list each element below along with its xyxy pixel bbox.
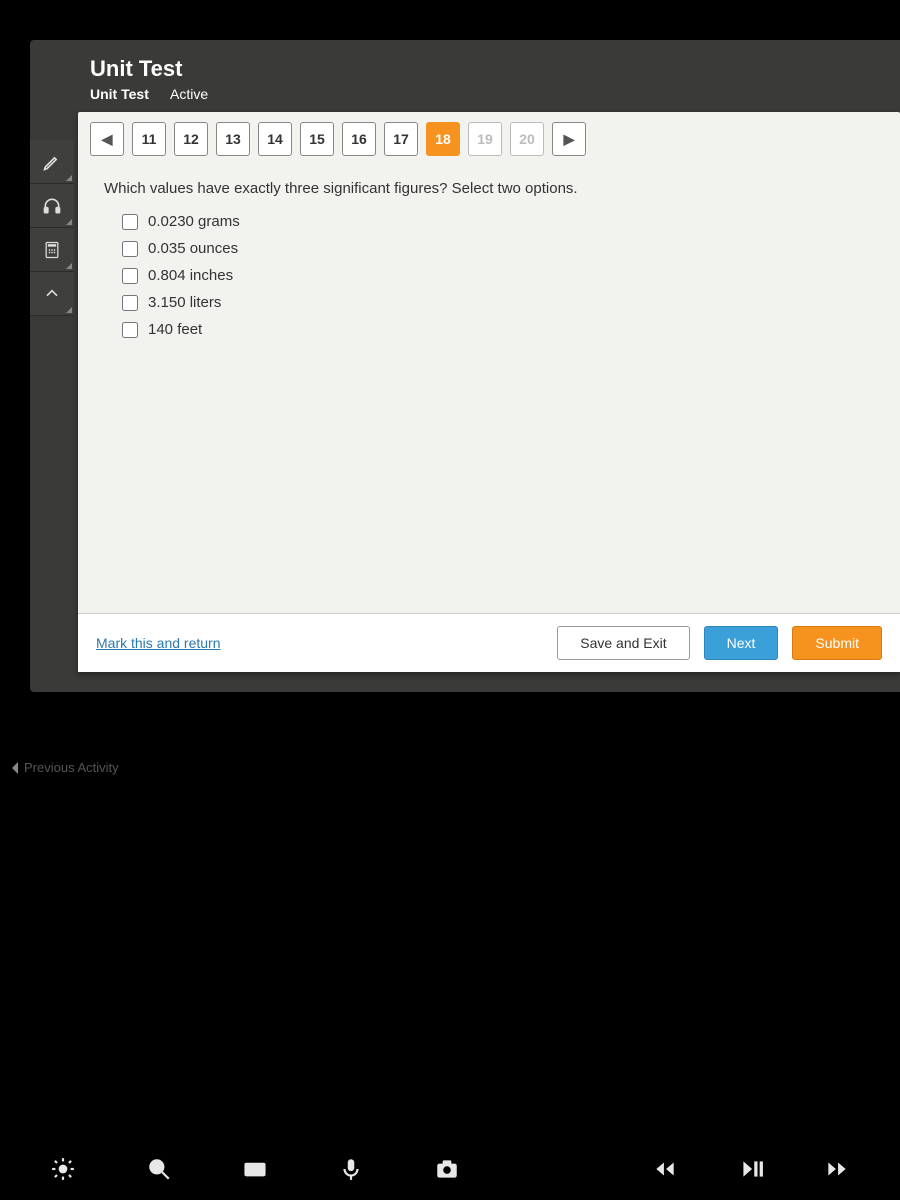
page-title: Unit Test	[90, 56, 880, 82]
keyboard-icon[interactable]	[242, 1156, 268, 1182]
option-checkbox-0[interactable]	[122, 214, 138, 230]
pencil-icon[interactable]	[30, 140, 74, 184]
option-label: 140 feet	[148, 321, 202, 338]
rewind-icon[interactable]	[652, 1156, 678, 1182]
brightness-icon[interactable]	[50, 1156, 76, 1182]
question-number-list: 11121314151617181920	[132, 122, 544, 156]
tool-sidebar	[30, 140, 74, 316]
collapse-icon[interactable]	[30, 272, 74, 316]
option-label: 0.0230 grams	[148, 213, 240, 230]
question-num-17[interactable]: 17	[384, 122, 418, 156]
question-panel: ◀ 11121314151617181920 ▶ Which values ha…	[78, 112, 900, 672]
option-label: 3.150 liters	[148, 294, 221, 311]
question-num-20[interactable]: 20	[510, 122, 544, 156]
question-num-16[interactable]: 16	[342, 122, 376, 156]
option-row: 0.0230 grams	[122, 213, 874, 230]
question-num-18[interactable]: 18	[426, 122, 460, 156]
option-label: 0.804 inches	[148, 267, 233, 284]
option-row: 140 feet	[122, 321, 874, 338]
app-window: Unit Test Unit Test Active ◀ 11121314151…	[30, 40, 900, 692]
nav-next-button[interactable]: ▶	[552, 122, 586, 156]
question-num-15[interactable]: 15	[300, 122, 334, 156]
nav-prev-button[interactable]: ◀	[90, 122, 124, 156]
question-num-12[interactable]: 12	[174, 122, 208, 156]
calculator-icon[interactable]	[30, 228, 74, 272]
media-bar	[0, 1156, 900, 1182]
option-row: 0.804 inches	[122, 267, 874, 284]
page-subtitle: Unit Test Active	[90, 86, 880, 102]
option-checkbox-3[interactable]	[122, 295, 138, 311]
question-prompt: Which values have exactly three signific…	[104, 180, 874, 197]
question-num-13[interactable]: 13	[216, 122, 250, 156]
question-body: Which values have exactly three signific…	[78, 166, 900, 613]
header: Unit Test Unit Test Active	[30, 40, 900, 112]
forward-icon[interactable]	[824, 1156, 850, 1182]
option-list: 0.0230 grams 0.035 ounces 0.804 inches 3.15…	[104, 213, 874, 338]
headphones-icon[interactable]	[30, 184, 74, 228]
question-num-11[interactable]: 11	[132, 122, 166, 156]
previous-activity-link[interactable]: Previous Activity	[6, 760, 119, 775]
next-button[interactable]: Next	[704, 626, 779, 660]
camera-icon[interactable]	[434, 1156, 460, 1182]
mic-icon[interactable]	[338, 1156, 364, 1182]
submit-button[interactable]: Submit	[792, 626, 882, 660]
question-nav: ◀ 11121314151617181920 ▶	[78, 112, 900, 166]
chevron-left-icon	[6, 762, 18, 774]
save-exit-button[interactable]: Save and Exit	[557, 626, 689, 660]
question-num-14[interactable]: 14	[258, 122, 292, 156]
question-num-19[interactable]: 19	[468, 122, 502, 156]
question-footer: Mark this and return Save and Exit Next …	[78, 613, 900, 672]
option-checkbox-1[interactable]	[122, 241, 138, 257]
mark-return-link[interactable]: Mark this and return	[96, 635, 221, 651]
option-checkbox-4[interactable]	[122, 322, 138, 338]
option-row: 0.035 ounces	[122, 240, 874, 257]
option-label: 0.035 ounces	[148, 240, 238, 257]
play-pause-icon[interactable]	[738, 1156, 764, 1182]
search-icon[interactable]	[146, 1156, 172, 1182]
option-checkbox-2[interactable]	[122, 268, 138, 284]
option-row: 3.150 liters	[122, 294, 874, 311]
